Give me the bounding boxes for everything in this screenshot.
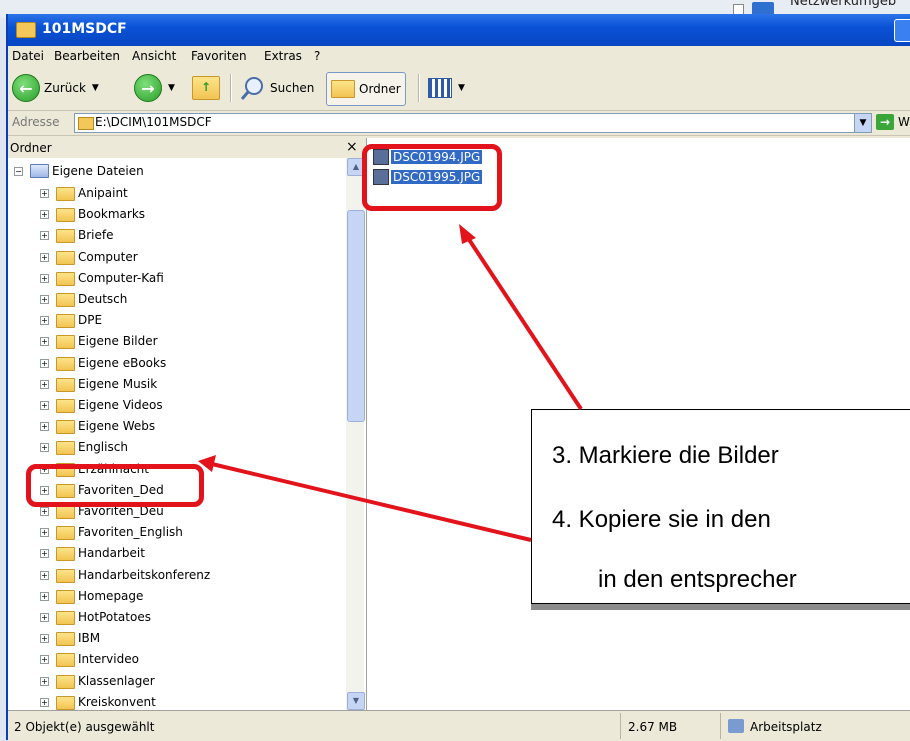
- arrowhead-files: [459, 224, 476, 244]
- arrow-to-files: [466, 236, 583, 411]
- arrow-to-folder: [211, 462, 532, 542]
- arrowhead-folder: [198, 455, 216, 472]
- annotation-arrows: [198, 224, 583, 542]
